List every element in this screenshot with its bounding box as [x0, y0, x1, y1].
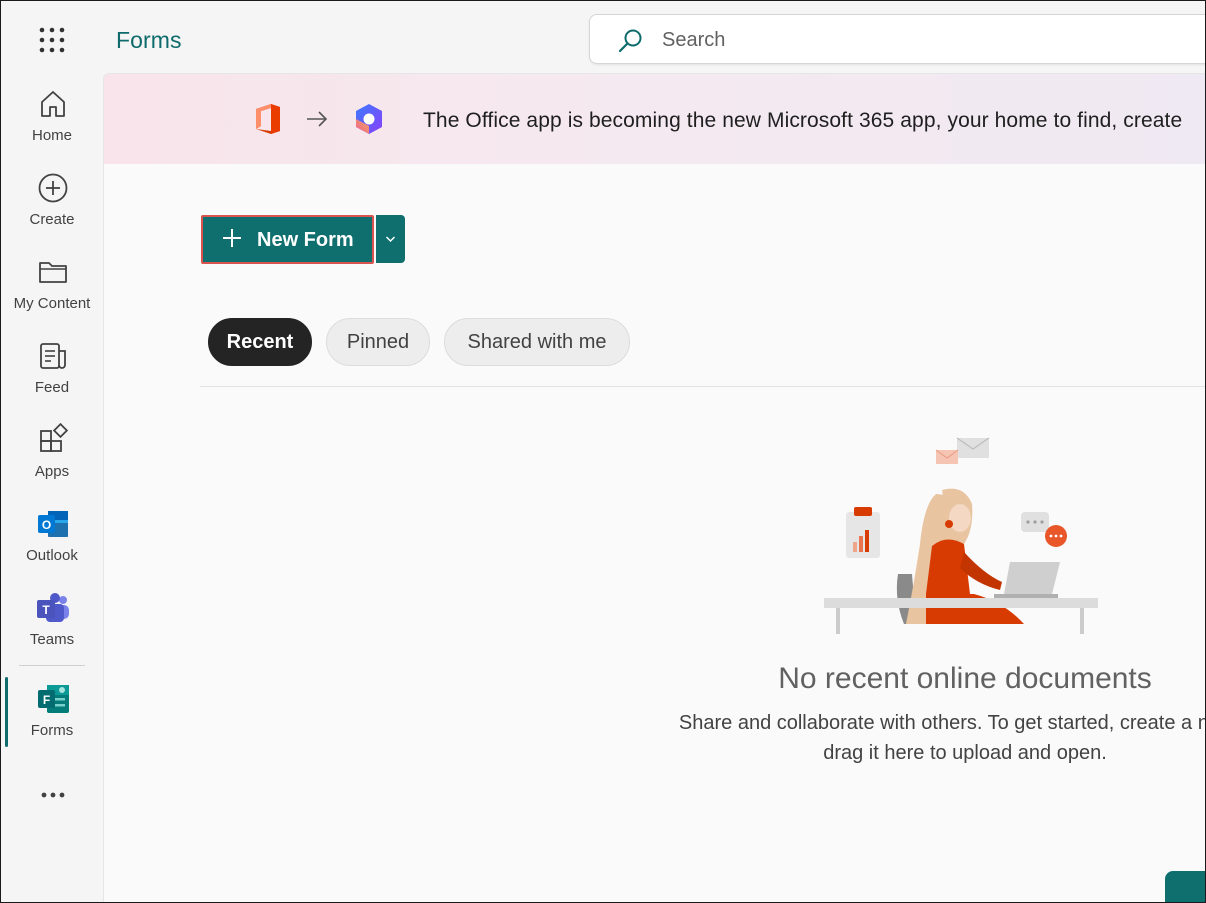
- chevron-down-icon: [385, 236, 396, 243]
- announcement-banner[interactable]: The Office app is becoming the new Micro…: [104, 74, 1205, 164]
- tab-recent[interactable]: Recent: [208, 318, 312, 366]
- left-rail: Home Create My Content Feed Apps O Outlo…: [1, 75, 103, 902]
- new-form-dropdown-button[interactable]: [376, 215, 405, 263]
- teams-icon: T: [37, 593, 69, 622]
- svg-text:F: F: [43, 693, 50, 707]
- banner-text: The Office app is becoming the new Micro…: [423, 109, 1183, 132]
- tab-shared-with-me[interactable]: Shared with me: [444, 318, 630, 366]
- feedback-button[interactable]: [1165, 871, 1205, 902]
- microsoft-365-logo-icon: [356, 104, 382, 134]
- rail-item-create[interactable]: Create: [1, 171, 103, 251]
- search-icon: [618, 29, 642, 53]
- rail-item-label: Feed: [34, 379, 70, 396]
- rail-item-feed[interactable]: Feed: [1, 339, 103, 419]
- rail-item-home[interactable]: Home: [1, 87, 103, 167]
- rail-item-forms[interactable]: F Forms: [1, 682, 103, 762]
- new-form-button[interactable]: New Form: [201, 215, 374, 264]
- empty-state-line-1: Share and collaborate with others. To ge…: [678, 712, 1206, 734]
- office-logo-icon: [256, 104, 280, 134]
- search-box[interactable]: Search: [589, 14, 1205, 64]
- plus-icon: [223, 229, 241, 247]
- plus-circle-icon: [38, 173, 68, 203]
- rail-item-teams[interactable]: T Teams: [1, 591, 103, 671]
- rail-item-label: Forms: [30, 722, 74, 739]
- rail-item-label: Apps: [34, 463, 70, 480]
- empty-state-description: Share and collaborate with others. To ge…: [104, 708, 1206, 768]
- empty-state-line-2: drag it here to upload and open.: [823, 742, 1107, 764]
- rail-item-label: Teams: [29, 631, 75, 648]
- rail-item-label: Outlook: [26, 547, 78, 564]
- home-icon: [41, 91, 65, 117]
- arrow-right-icon: [307, 111, 328, 127]
- app-launcher-icon[interactable]: [37, 25, 67, 55]
- forms-icon: F: [38, 685, 69, 713]
- outlook-icon: O: [38, 511, 68, 537]
- app-window: Forms Search Home Create My Content Feed…: [0, 0, 1206, 903]
- new-form-label: New Form: [257, 229, 354, 251]
- rail-item-outlook[interactable]: O Outlook: [1, 507, 103, 587]
- rail-item-label: My Content: [13, 295, 91, 312]
- tab-pinned[interactable]: Pinned: [326, 318, 430, 366]
- search-input[interactable]: Search: [662, 29, 725, 52]
- apps-icon: [40, 423, 69, 452]
- folder-icon: [39, 262, 67, 283]
- rail-item-label: Home: [31, 127, 72, 144]
- app-title[interactable]: Forms: [116, 27, 182, 54]
- more-apps-button[interactable]: [39, 785, 67, 805]
- svg-text:O: O: [42, 518, 51, 532]
- rail-item-apps[interactable]: Apps: [1, 423, 103, 503]
- rail-item-label: Create: [29, 211, 75, 228]
- top-bar: Forms Search: [1, 1, 1205, 75]
- svg-text:T: T: [42, 603, 50, 617]
- rail-divider: [19, 665, 85, 666]
- main-content: The Office app is becoming the new Micro…: [103, 73, 1206, 902]
- more-icon: [41, 792, 65, 798]
- feed-icon: [40, 343, 66, 369]
- rail-item-my-content[interactable]: My Content: [1, 255, 103, 335]
- empty-state-illustration: [824, 437, 1098, 634]
- empty-state-title: No recent online documents: [778, 662, 1152, 695]
- tabs-divider: [200, 386, 1205, 387]
